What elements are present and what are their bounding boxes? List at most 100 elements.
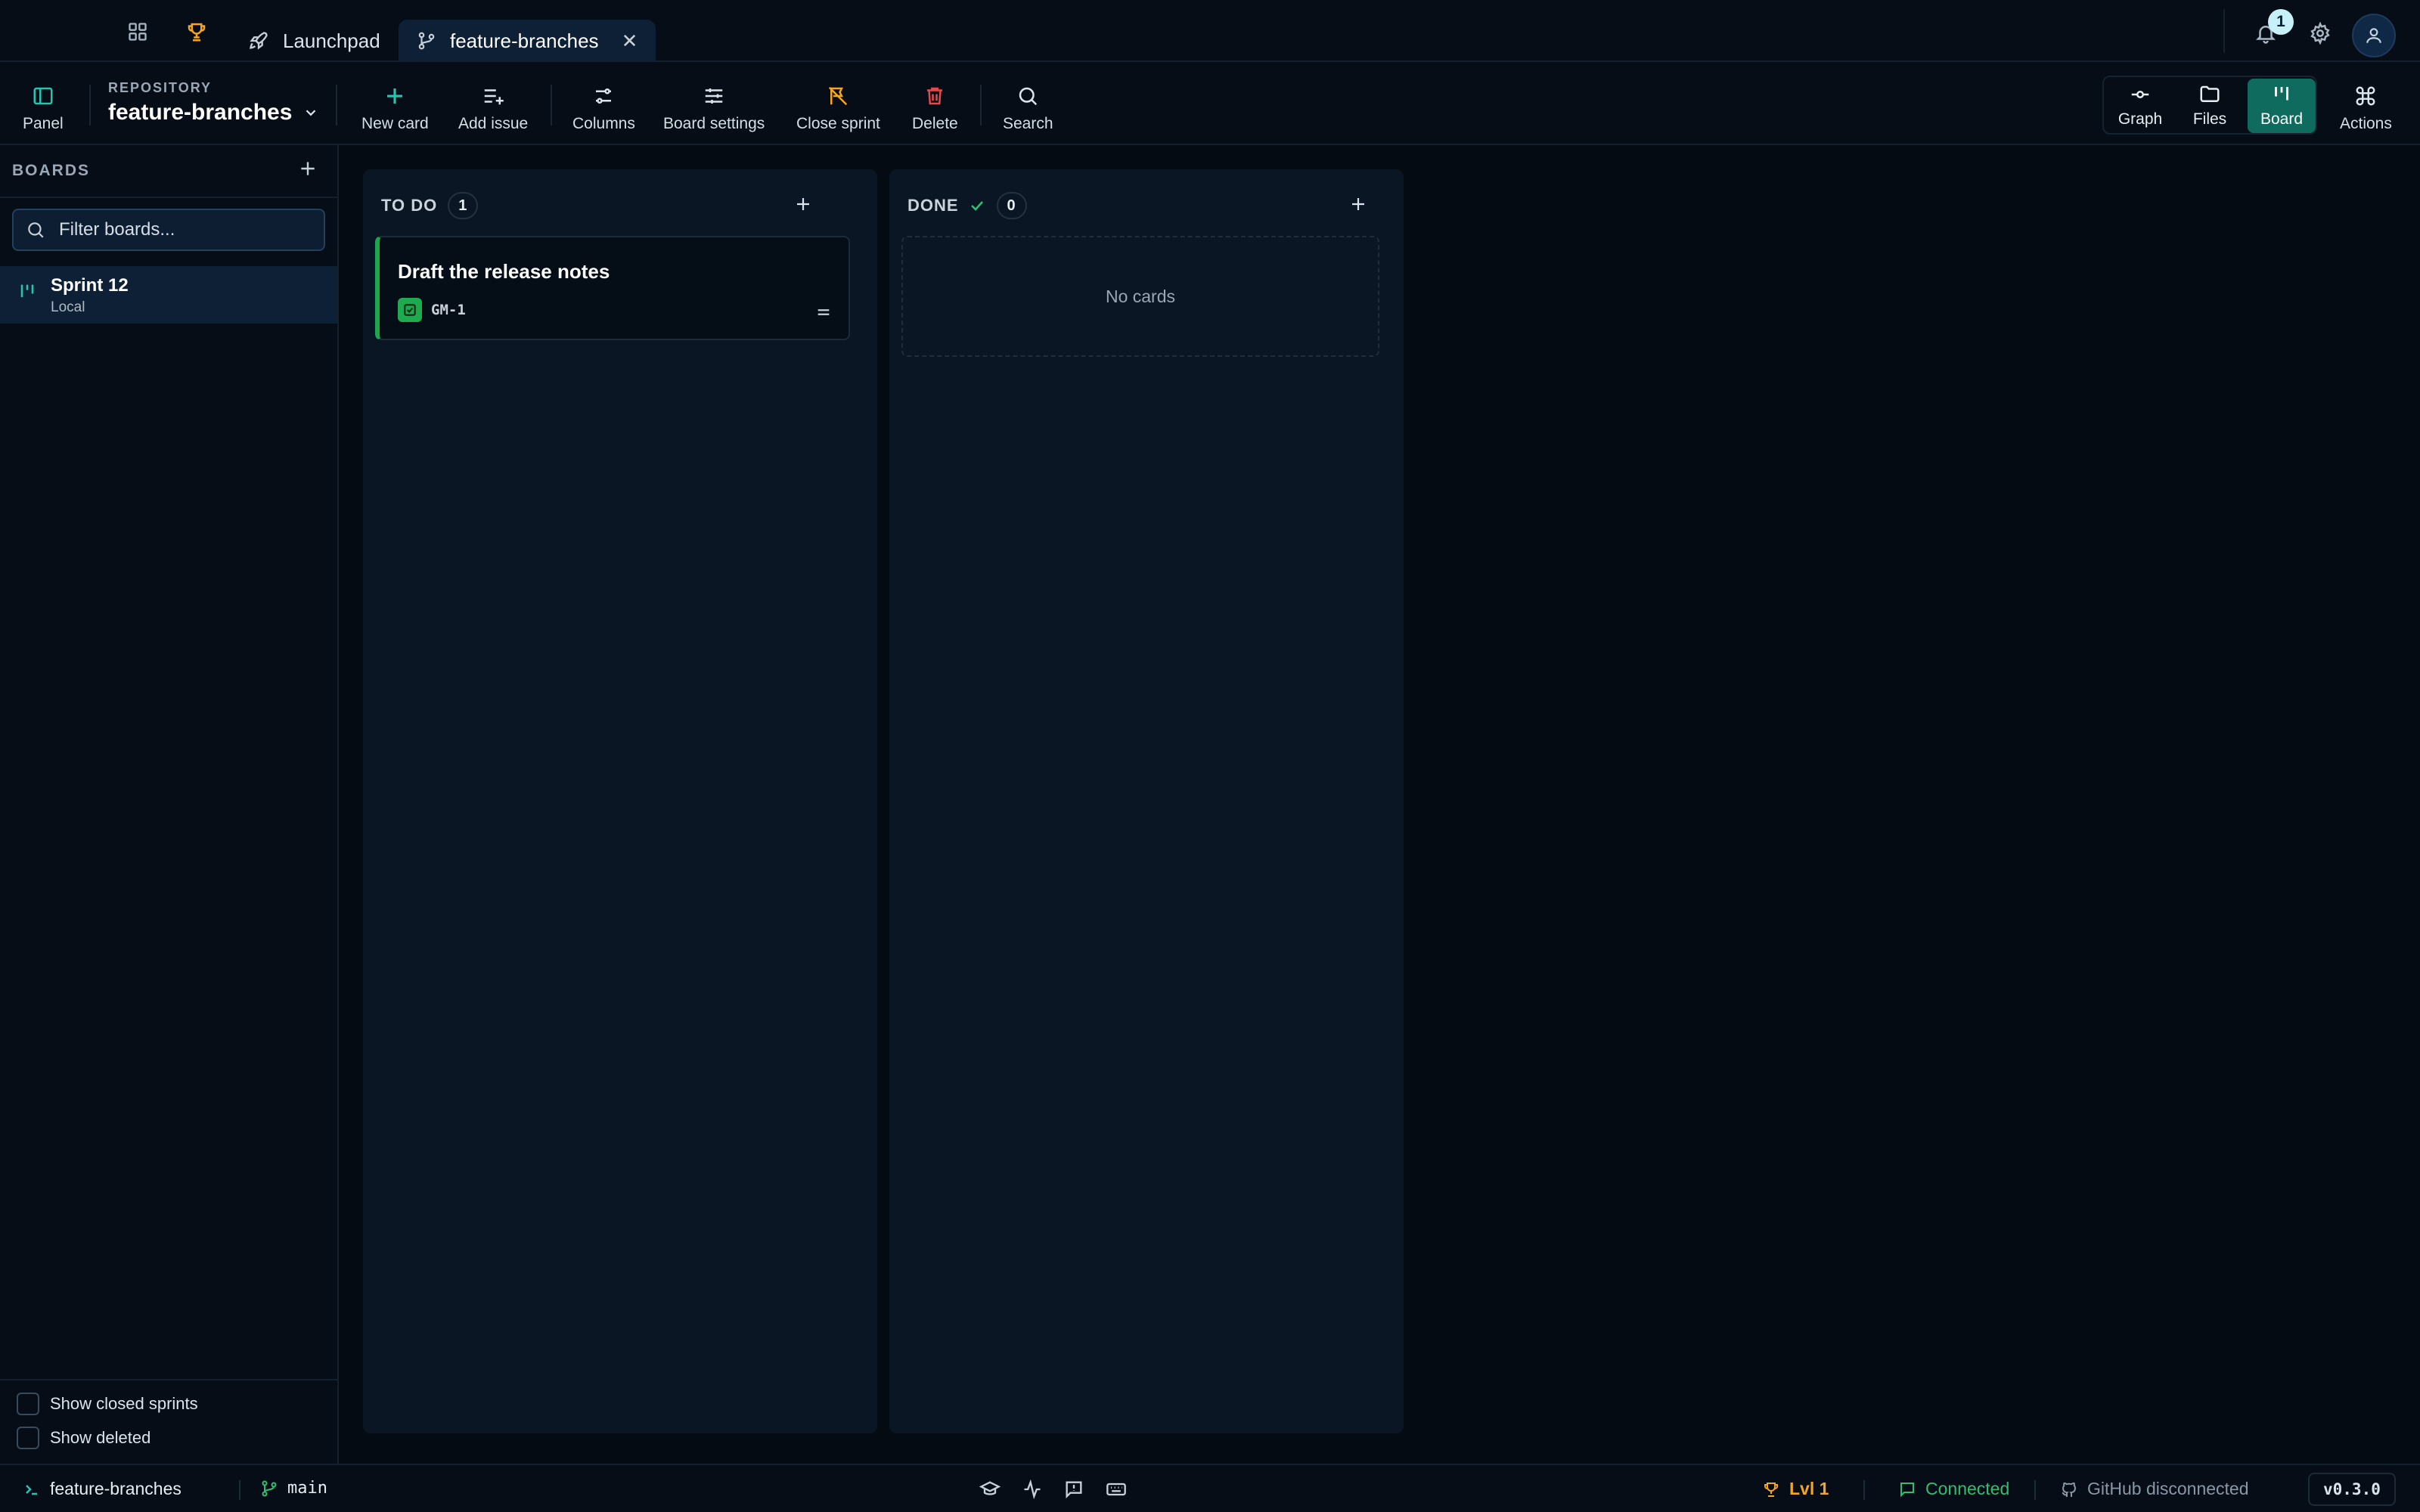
search-icon	[26, 220, 45, 240]
kanban-icon	[17, 281, 38, 302]
panel-button[interactable]: Panel	[23, 76, 64, 133]
sidebar-item-sprint-12[interactable]: Sprint 12 Local	[0, 266, 337, 324]
column-done: DONE 0 No cards	[889, 169, 1404, 1433]
divider	[1863, 1480, 1865, 1500]
task-check-icon	[398, 298, 422, 322]
columns-label: Columns	[572, 115, 635, 132]
search-button[interactable]: Search	[1003, 76, 1053, 133]
delete-label: Delete	[912, 115, 958, 132]
git-branch-icon	[260, 1479, 278, 1498]
new-card-button[interactable]: New card	[361, 76, 429, 133]
checkbox-label: Show closed sprints	[50, 1394, 198, 1413]
notification-badge: 1	[2268, 9, 2294, 35]
column-todo: TO DO 1 Draft the release notes GM-1	[363, 169, 877, 1433]
divider	[89, 85, 91, 125]
tab-feature-branches[interactable]: feature-branches ✕	[399, 20, 656, 62]
board-source: Local	[51, 299, 85, 315]
filter-boards-field[interactable]	[12, 209, 325, 251]
trophy-icon[interactable]	[180, 15, 213, 48]
show-deleted-checkbox[interactable]: Show deleted	[17, 1427, 150, 1449]
checkbox[interactable]	[17, 1393, 39, 1415]
divider	[2034, 1480, 2036, 1500]
empty-column-placeholder: No cards	[901, 236, 1379, 357]
show-closed-sprints-checkbox[interactable]: Show closed sprints	[17, 1393, 198, 1415]
card-key: GM-1	[431, 302, 466, 318]
add-list-icon	[480, 83, 506, 109]
status-branch[interactable]: main	[260, 1479, 327, 1498]
git-branch-icon	[417, 31, 436, 51]
card-title: Draft the release notes	[398, 260, 610, 283]
divider	[0, 197, 337, 198]
columns-button[interactable]: Columns	[572, 76, 635, 133]
status-repo[interactable]: feature-branches	[23, 1479, 182, 1499]
card-key-row: GM-1	[398, 298, 466, 322]
delete-button[interactable]: Delete	[912, 76, 958, 133]
tab-bar: Launchpad feature-branches ✕ 1	[0, 0, 2420, 62]
divider	[2223, 9, 2225, 53]
view-graph-label: Graph	[2118, 110, 2163, 128]
checkbox[interactable]	[17, 1427, 39, 1449]
github-off-icon	[2060, 1480, 2078, 1498]
apps-grid-icon[interactable]	[121, 15, 154, 48]
sliders-icon	[591, 83, 616, 109]
commit-graph-icon	[2129, 83, 2152, 106]
boards-sidebar: BOARDS Sprint 12 Local Show closed sprin…	[0, 145, 339, 1464]
repo-selector[interactable]: feature-branches	[108, 100, 319, 125]
status-branch-name: main	[287, 1479, 327, 1498]
status-level-label: Lvl 1	[1789, 1479, 1829, 1498]
add-issue-button[interactable]: Add issue	[458, 76, 528, 133]
tab-label: feature-branches	[450, 29, 599, 52]
status-github-label: GitHub disconnected	[2087, 1479, 2249, 1498]
close-sprint-button[interactable]: Close sprint	[796, 76, 880, 133]
status-connection-label: Connected	[1925, 1479, 2010, 1498]
status-connection[interactable]: Connected	[1898, 1479, 2009, 1499]
keyboard-icon[interactable]	[1104, 1477, 1128, 1501]
tab-label: Launchpad	[283, 29, 380, 52]
sidebar-panel-icon	[30, 83, 56, 109]
trophy-icon	[1762, 1480, 1780, 1498]
version-badge: v0.3.0	[2308, 1473, 2396, 1506]
card[interactable]: Draft the release notes GM-1	[375, 236, 850, 340]
feedback-icon[interactable]	[1062, 1477, 1086, 1501]
checkbox-label: Show deleted	[50, 1428, 151, 1447]
close-sprint-label: Close sprint	[796, 115, 880, 132]
view-graph-button[interactable]: Graph	[2110, 79, 2170, 133]
column-title: DONE	[908, 196, 959, 215]
search-icon	[1015, 83, 1041, 109]
filter-boards-input[interactable]	[59, 219, 316, 240]
add-board-icon[interactable]	[295, 156, 321, 181]
divider	[336, 85, 337, 125]
terminal-icon	[23, 1480, 41, 1498]
chevron-down-icon	[302, 104, 319, 121]
panel-label: Panel	[23, 115, 64, 132]
toolbar: Panel REPOSITORY feature-branches New ca…	[0, 62, 2420, 145]
column-title: TO DO	[381, 196, 438, 215]
gear-icon[interactable]	[2304, 17, 2337, 50]
status-level[interactable]: Lvl 1	[1762, 1479, 1829, 1499]
view-files-label: Files	[2192, 110, 2227, 128]
add-issue-label: Add issue	[458, 115, 529, 132]
board-settings-button[interactable]: Board settings	[663, 76, 765, 133]
view-board-label: Board	[2260, 110, 2304, 128]
column-header: TO DO 1	[381, 192, 479, 219]
divider	[239, 1480, 240, 1500]
add-card-icon[interactable]	[790, 191, 817, 218]
board-name: Sprint 12	[51, 275, 129, 296]
folder-icon	[2198, 83, 2221, 106]
status-github[interactable]: GitHub disconnected	[2060, 1479, 2249, 1499]
repo-name: feature-branches	[108, 100, 293, 125]
add-card-icon[interactable]	[1345, 191, 1372, 218]
view-board-button[interactable]: Board	[2248, 79, 2316, 133]
settings-sliders-icon	[701, 83, 727, 109]
view-files-button[interactable]: Files	[2181, 79, 2238, 133]
plus-icon	[382, 83, 408, 109]
learn-icon[interactable]	[978, 1477, 1002, 1501]
activity-icon[interactable]	[1020, 1477, 1044, 1501]
avatar[interactable]	[2352, 14, 2396, 57]
tab-launchpad[interactable]: Launchpad	[230, 20, 399, 62]
close-icon[interactable]: ✕	[622, 29, 638, 53]
column-count: 1	[448, 192, 479, 219]
actions-label: Actions	[2340, 115, 2392, 132]
rocket-icon	[248, 30, 269, 51]
actions-button[interactable]: Actions	[2340, 76, 2392, 133]
